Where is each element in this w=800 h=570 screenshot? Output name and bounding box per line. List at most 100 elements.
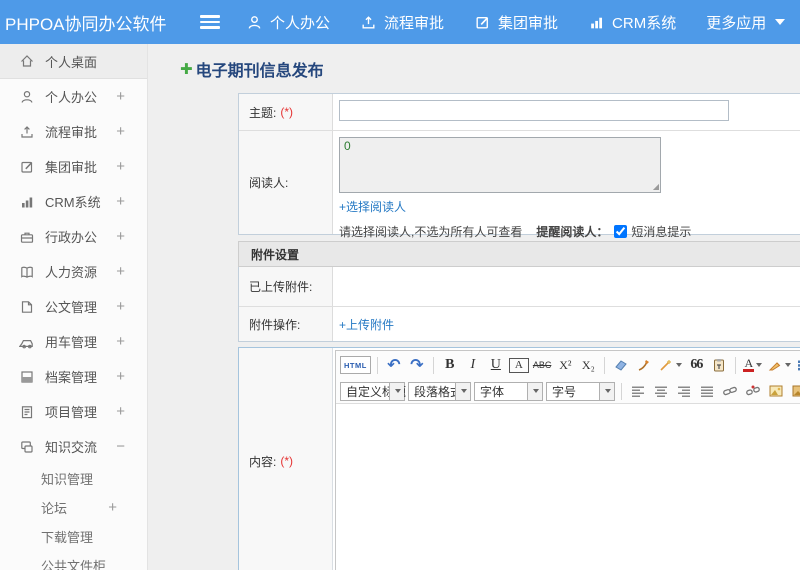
sidebar: 个人桌面 个人办公 + 流程审批 + 集团审批 + CRM系统 + 行政办公 + (0, 44, 148, 570)
media-image-icon (792, 385, 800, 397)
ordered-list-button[interactable] (795, 355, 800, 376)
bold-button[interactable]: B (440, 355, 460, 376)
sidebar-item-process-approval[interactable]: 流程审批 + (0, 114, 147, 149)
superscript-button[interactable]: X² (555, 355, 575, 376)
user-icon (21, 90, 33, 103)
topbar: PHPOA协同办公软件 个人办公 流程审批 集团审批 CRM系统 更多应用 (0, 0, 800, 44)
paste-text-button[interactable] (709, 355, 729, 376)
nav-more-apps[interactable]: 更多应用 (706, 12, 786, 33)
remove-link-button[interactable] (743, 381, 763, 402)
highlight-button[interactable] (766, 355, 792, 376)
sidebar-subitem-public-cabinet[interactable]: 公共文件柜 (0, 551, 147, 570)
sidebar-subitem-knowledge-mgmt[interactable]: 知识管理 (0, 464, 147, 493)
remind-readers-label: 提醒阅读人： (536, 225, 609, 239)
align-right-button[interactable] (674, 381, 694, 402)
paragraph-format-select[interactable]: 段落格式 (408, 381, 471, 401)
select-readers-link[interactable]: +选择阅读人 (339, 198, 406, 215)
sidebar-item-vehicle-mgmt[interactable]: 用车管理 + (0, 324, 147, 359)
font-family-select[interactable]: 字体 (474, 381, 543, 401)
expand-icon[interactable]: + (116, 88, 125, 105)
sidebar-item-knowledge-exchange[interactable]: 知识交流 − (0, 429, 147, 464)
italic-button[interactable]: I (463, 355, 483, 376)
redo-button[interactable]: ↷ (407, 355, 427, 376)
nav-personal-office[interactable]: 个人办公 (246, 12, 330, 33)
link-icon (723, 386, 737, 396)
sidebar-subitem-forum[interactable]: 论坛 + (0, 493, 147, 522)
subscript-button[interactable]: X₂ (578, 355, 598, 376)
expand-icon[interactable]: + (116, 263, 125, 280)
expand-icon[interactable]: + (116, 403, 125, 420)
undo-button[interactable]: ↶ (384, 355, 404, 376)
align-justify-button[interactable] (697, 381, 717, 402)
color-bar (743, 369, 755, 372)
underline-button[interactable]: U (486, 355, 506, 376)
expand-icon[interactable]: + (116, 228, 125, 245)
style-box-button[interactable]: A (508, 357, 529, 373)
publish-form: 主题: (*) 阅读人: 0 +选择阅读人 (238, 93, 800, 570)
sidebar-item-project-mgmt[interactable]: 项目管理 + (0, 394, 147, 429)
heading-select[interactable]: 自定义标题 (340, 381, 406, 401)
nav-label: 更多应用 (706, 14, 767, 32)
nav-crm-system[interactable]: CRM系统 (588, 12, 676, 33)
readers-textarea[interactable]: 0 (339, 137, 661, 193)
sidebar-item-document-mgmt[interactable]: 公文管理 + (0, 289, 147, 324)
expand-icon[interactable]: + (116, 193, 125, 210)
font-color-button[interactable]: A (742, 355, 763, 376)
subject-row: 主题: (*) (239, 94, 800, 130)
nav-process-approval[interactable]: 流程审批 (360, 12, 444, 33)
sidebar-item-personal-office[interactable]: 个人办公 + (0, 79, 147, 114)
upload-attachment-link[interactable]: +上传附件 (339, 316, 394, 333)
top-navigation: 个人办公 流程审批 集团审批 CRM系统 更多应用 (246, 12, 786, 33)
marker-pen-icon (769, 362, 781, 371)
strikethrough-button[interactable]: ABC (532, 355, 553, 376)
align-center-button[interactable] (651, 381, 671, 402)
sidebar-item-label: CRM系统 (45, 195, 101, 210)
sms-notify-checkbox[interactable] (614, 225, 628, 238)
eraser-button[interactable] (611, 355, 631, 376)
expand-icon[interactable]: + (116, 123, 125, 140)
sidebar-item-admin-office[interactable]: 行政办公 + (0, 219, 147, 254)
expand-icon[interactable]: + (116, 333, 125, 350)
expand-icon[interactable]: + (108, 499, 117, 516)
format-brush-button[interactable] (634, 355, 654, 376)
subject-input[interactable] (339, 100, 729, 121)
sidebar-item-label: 集团审批 (45, 160, 98, 175)
insert-link-button[interactable] (720, 381, 740, 402)
editor-content-area[interactable] (336, 404, 800, 570)
unlink-icon (746, 385, 760, 396)
expand-icon[interactable]: + (116, 368, 125, 385)
image-icon (769, 385, 783, 397)
content-label: 内容: (*) (239, 348, 333, 570)
attachment-ops-row: 附件操作: +上传附件 (239, 306, 800, 341)
editor-toolbar-row1: HTML ↶ ↷ B I U A ABC X² X₂ 66 A (336, 351, 800, 379)
expand-icon[interactable]: + (116, 298, 125, 315)
insert-media-button[interactable] (789, 381, 800, 402)
blockquote-button[interactable]: 66 (686, 355, 706, 376)
sidebar-subitem-download-mgmt[interactable]: 下载管理 (0, 522, 147, 551)
subject-label: 主题: (*) (239, 94, 333, 130)
align-left-button[interactable] (628, 381, 648, 402)
collapse-icon[interactable]: − (116, 438, 125, 455)
nav-group-approval[interactable]: 集团审批 (474, 12, 558, 33)
readers-hint-text: 请选择阅读人,不选为所有人可查看 (339, 225, 523, 239)
sidebar-item-label: 人力资源 (45, 265, 98, 280)
uploaded-attachments-label: 已上传附件: (239, 267, 333, 306)
sidebar-item-label: 论坛 (41, 501, 68, 516)
auto-typeset-button[interactable] (657, 355, 683, 376)
sidebar-item-archive-mgmt[interactable]: 档案管理 + (0, 359, 147, 394)
sidebar-item-group-approval[interactable]: 集团审批 + (0, 149, 147, 184)
sidebar-item-personal-desktop[interactable]: 个人桌面 (0, 44, 147, 79)
menu-icon[interactable] (200, 12, 220, 32)
html-source-button[interactable]: HTML (340, 356, 371, 374)
book-icon (21, 266, 33, 278)
insert-image-button[interactable] (766, 381, 786, 402)
expand-icon[interactable]: + (116, 158, 125, 175)
chat-icon (21, 440, 33, 453)
sidebar-item-label: 下载管理 (41, 530, 94, 545)
required-marker: (*) (280, 105, 294, 119)
sidebar-item-crm[interactable]: CRM系统 + (0, 184, 147, 219)
sidebar-item-hr[interactable]: 人力资源 + (0, 254, 147, 289)
home-icon (21, 55, 33, 67)
font-size-select[interactable]: 字号 (546, 381, 615, 401)
align-left-icon (632, 386, 644, 397)
